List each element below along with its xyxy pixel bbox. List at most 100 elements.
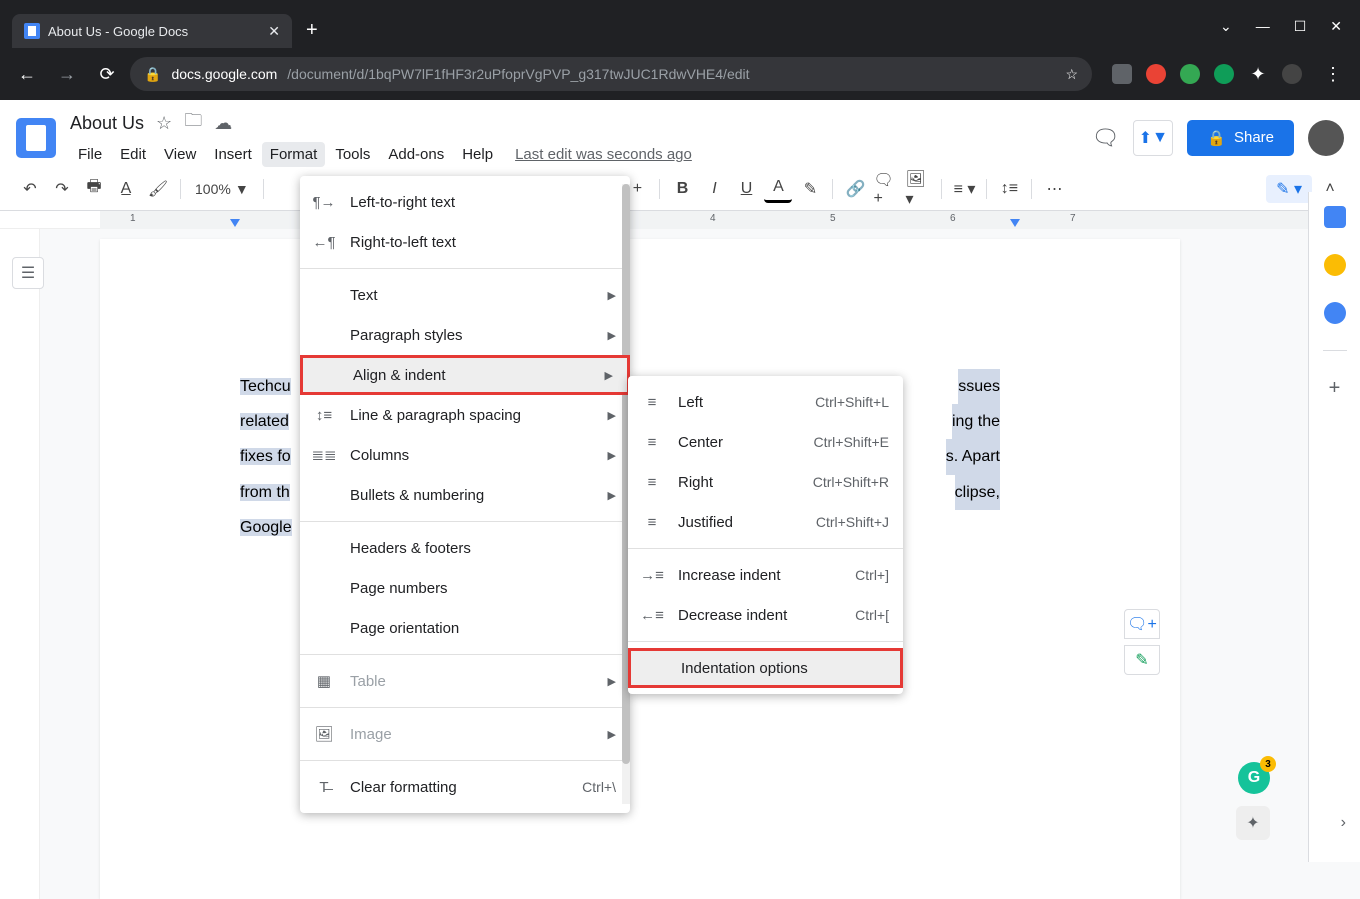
tab-close-button[interactable]: ✕: [268, 23, 280, 40]
grammarly-icon[interactable]: G3: [1238, 762, 1270, 794]
format-menu-item[interactable]: Paragraph styles▶: [300, 315, 630, 355]
insert-link-button[interactable]: 🔗: [841, 175, 869, 203]
menu-help[interactable]: Help: [454, 142, 501, 167]
vertical-ruler[interactable]: [0, 229, 40, 899]
format-menu-item[interactable]: Text▶: [300, 275, 630, 315]
doc-text-line[interactable]: related: [240, 413, 289, 430]
url-field[interactable]: 🔒 docs.google.com/document/d/1bqPW7lF1fH…: [130, 57, 1092, 91]
doc-text-line[interactable]: ing the: [952, 404, 1000, 439]
align-submenu-item[interactable]: ≡CenterCtrl+Shift+E: [628, 422, 903, 462]
menu-insert[interactable]: Insert: [206, 142, 260, 167]
new-tab-button[interactable]: +: [306, 19, 318, 48]
menu-edit[interactable]: Edit: [112, 142, 154, 167]
bold-button[interactable]: B: [668, 175, 696, 203]
browser-tab[interactable]: About Us - Google Docs ✕: [12, 14, 292, 48]
caret-down-icon[interactable]: ⌄: [1220, 18, 1232, 35]
keep-icon[interactable]: [1324, 254, 1346, 276]
profile-avatar[interactable]: [1282, 64, 1302, 84]
text-color-button[interactable]: A: [764, 175, 792, 203]
present-button[interactable]: ⬆ ▼: [1133, 120, 1173, 156]
align-submenu-item[interactable]: →≡Increase indentCtrl+]: [628, 555, 903, 595]
format-menu-item[interactable]: Bullets & numbering▶: [300, 475, 630, 515]
minimize-button[interactable]: —: [1256, 18, 1270, 35]
add-comment-button[interactable]: 🗨+: [1124, 609, 1160, 639]
format-menu-item[interactable]: ¶→Left-to-right text: [300, 182, 630, 222]
line-spacing-button[interactable]: ↕≡: [995, 175, 1023, 203]
more-tools-button[interactable]: ⋯: [1040, 175, 1068, 203]
move-icon[interactable]: 🗀: [184, 108, 202, 138]
bookmark-star-icon[interactable]: ☆: [1065, 66, 1078, 83]
doc-text-line[interactable]: Google: [240, 519, 292, 536]
format-menu-item[interactable]: Headers & footers: [300, 528, 630, 568]
menu-tools[interactable]: Tools: [327, 142, 378, 167]
star-icon[interactable]: ☆: [156, 113, 172, 134]
menu-view[interactable]: View: [156, 142, 204, 167]
maximize-button[interactable]: ☐: [1294, 18, 1307, 35]
menu-format[interactable]: Format: [262, 142, 326, 167]
undo-button[interactable]: ↶: [16, 175, 44, 203]
reload-button[interactable]: ⟳: [90, 57, 124, 91]
outline-toggle-button[interactable]: ☰: [12, 257, 44, 289]
extension-icon[interactable]: [1146, 64, 1166, 84]
format-menu-item[interactable]: 🖼Image▶: [300, 714, 630, 754]
align-submenu-item[interactable]: ≡LeftCtrl+Shift+L: [628, 382, 903, 422]
extensions-puzzle-icon[interactable]: ✦: [1248, 64, 1268, 84]
format-menu-item[interactable]: ≣≣Columns▶: [300, 435, 630, 475]
format-menu-item[interactable]: T̶Clear formattingCtrl+\: [300, 767, 630, 807]
forward-button[interactable]: →: [50, 57, 84, 91]
editing-mode-button[interactable]: ✎ ▾: [1266, 175, 1312, 203]
calendar-icon[interactable]: [1324, 206, 1346, 228]
align-button[interactable]: ≡ ▾: [950, 175, 978, 203]
spellcheck-button[interactable]: A̲: [112, 175, 140, 203]
underline-button[interactable]: U: [732, 175, 760, 203]
document-title[interactable]: About Us: [70, 113, 144, 134]
doc-text-line[interactable]: Techcu: [240, 378, 291, 395]
highlight-button[interactable]: ✎: [796, 175, 824, 203]
share-button[interactable]: 🔒 Share: [1187, 120, 1294, 156]
format-menu-item[interactable]: ▦Table▶: [300, 661, 630, 701]
doc-text-line[interactable]: from th: [240, 484, 290, 501]
insert-image-button[interactable]: 🖼 ▾: [905, 175, 933, 203]
horizontal-ruler[interactable]: 1 4 5 6 7: [0, 211, 1360, 229]
explore-button[interactable]: ✦: [1236, 806, 1270, 840]
align-submenu-item[interactable]: ≡JustifiedCtrl+Shift+J: [628, 502, 903, 542]
add-addon-button[interactable]: +: [1324, 377, 1346, 399]
doc-text-line[interactable]: ssues: [958, 369, 1000, 404]
docs-logo-icon[interactable]: [16, 118, 56, 158]
align-submenu-item[interactable]: Indentation options: [628, 648, 903, 688]
back-button[interactable]: ←: [10, 57, 44, 91]
menu-addons[interactable]: Add-ons: [380, 142, 452, 167]
doc-text-line[interactable]: s. Apart: [946, 439, 1000, 474]
zoom-selector[interactable]: 100% ▼: [189, 181, 255, 197]
tasks-icon[interactable]: [1324, 302, 1346, 324]
ruler-number: 4: [710, 213, 716, 224]
indent-marker-left[interactable]: [230, 219, 240, 227]
print-button[interactable]: 🖶: [80, 175, 108, 203]
align-submenu-item[interactable]: ≡RightCtrl+Shift+R: [628, 462, 903, 502]
extension-icon[interactable]: [1214, 64, 1234, 84]
extension-icon[interactable]: [1112, 64, 1132, 84]
insert-comment-button[interactable]: 🗨+: [873, 175, 901, 203]
format-menu-item[interactable]: ←¶Right-to-left text: [300, 222, 630, 262]
format-menu-item[interactable]: Align & indent▶: [300, 355, 630, 395]
format-menu-item[interactable]: Page orientation: [300, 608, 630, 648]
redo-button[interactable]: ↷: [48, 175, 76, 203]
last-edit-status[interactable]: Last edit was seconds ago: [515, 146, 692, 163]
align-submenu-item[interactable]: ←≡Decrease indentCtrl+[: [628, 595, 903, 635]
extension-icon[interactable]: [1180, 64, 1200, 84]
cloud-status-icon[interactable]: ☁: [214, 113, 232, 134]
italic-button[interactable]: I: [700, 175, 728, 203]
format-menu-item[interactable]: ↕≡Line & paragraph spacing▶: [300, 395, 630, 435]
indent-marker-right[interactable]: [1010, 219, 1020, 227]
doc-text-line[interactable]: fixes fo: [240, 448, 291, 465]
comments-icon[interactable]: 🗨: [1091, 125, 1119, 151]
doc-text-line[interactable]: clipse,: [955, 475, 1000, 510]
hide-side-panel-button[interactable]: ›: [1341, 814, 1346, 832]
paint-format-button[interactable]: 🖌: [144, 175, 172, 203]
account-avatar[interactable]: [1308, 120, 1344, 156]
suggest-edit-button[interactable]: ✎: [1124, 645, 1160, 675]
close-window-button[interactable]: ✕: [1330, 18, 1342, 35]
menu-file[interactable]: File: [70, 142, 110, 167]
browser-menu-button[interactable]: ⋮: [1316, 57, 1350, 91]
format-menu-item[interactable]: Page numbers: [300, 568, 630, 608]
